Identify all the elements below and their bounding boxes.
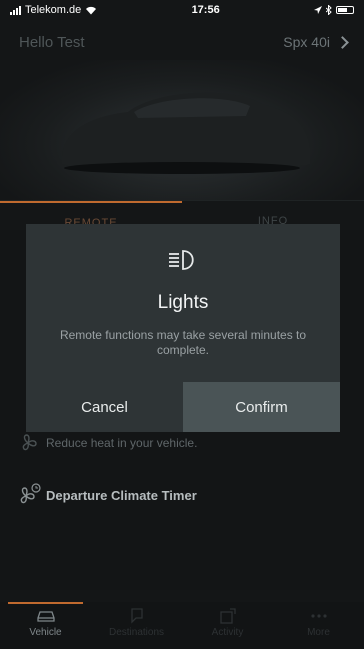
car-icon [36,611,55,622]
bluetooth-icon [326,5,332,15]
tab-more-label: More [307,627,330,638]
wifi-icon [86,6,97,14]
vehicle-image [0,60,364,200]
flag-icon [130,608,143,624]
tab-destinations[interactable]: Destinations [91,602,182,649]
bottom-tab-bar: Vehicle Destinations Activity More [0,602,364,649]
tab-vehicle-label: Vehicle [29,627,62,638]
activity-icon [219,608,236,624]
more-dots-icon [310,614,327,618]
tab-more[interactable]: More [273,602,364,649]
carrier-label: Telekom.de [25,4,82,16]
vehicle-selector[interactable]: Spx 40i [283,34,349,50]
lights-dialog: Lights Remote functions may take several… [26,224,340,432]
tab-activity[interactable]: Activity [182,602,273,649]
location-icon [314,6,322,14]
chevron-right-icon [336,35,349,49]
header: Hello Test Spx 40i [0,30,364,54]
fan-timer-icon [20,483,41,504]
tab-activity-label: Activity [211,627,244,638]
list-item-climate[interactable]: Reduce heat in your vehicle. [0,428,364,458]
headlight-icon [169,250,194,270]
signal-icon [10,5,21,15]
dialog-actions: Cancel Confirm [26,382,340,432]
status-time: 17:56 [191,4,220,16]
climate-description: Reduce heat in your vehicle. [46,436,198,450]
list-item-departure-timer[interactable]: Departure Climate Timer [0,478,364,512]
status-bar: Telekom.de 17:56 [0,0,364,20]
car-silhouette [62,92,310,174]
cancel-button[interactable]: Cancel [26,382,183,432]
dialog-title: Lights [157,292,209,313]
tab-destinations-label: Destinations [108,627,165,638]
greeting-text: Hello Test [19,33,85,51]
fan-icon [22,434,37,451]
departure-timer-label: Departure Climate Timer [46,487,197,503]
confirm-button[interactable]: Confirm [183,382,340,432]
battery-icon [336,6,354,14]
vehicle-name: Spx 40i [283,34,330,50]
dialog-message: Remote functions may take several minute… [59,328,307,357]
tab-vehicle[interactable]: Vehicle [0,602,91,649]
